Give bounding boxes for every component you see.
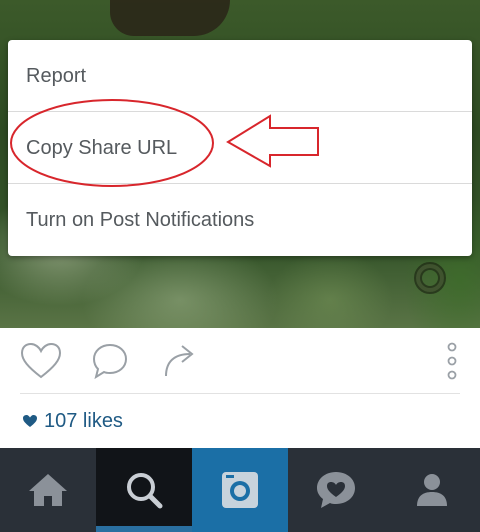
like-icon[interactable] bbox=[20, 342, 62, 380]
share-icon[interactable] bbox=[160, 342, 200, 380]
tab-camera[interactable] bbox=[192, 448, 288, 532]
actions-divider bbox=[20, 393, 460, 394]
more-options-icon[interactable] bbox=[444, 342, 460, 382]
menu-item-report[interactable]: Report bbox=[8, 40, 472, 112]
activity-icon bbox=[317, 472, 355, 508]
tab-profile[interactable] bbox=[384, 448, 480, 532]
likes-count[interactable]: 107 likes bbox=[22, 408, 123, 434]
likes-label: 107 likes bbox=[44, 409, 123, 432]
tab-home[interactable] bbox=[0, 448, 96, 532]
bottom-nav bbox=[0, 448, 480, 532]
menu-item-label: Turn on Post Notifications bbox=[26, 209, 255, 231]
butterfly-image bbox=[110, 0, 230, 36]
menu-item-label: Report bbox=[26, 65, 87, 87]
comment-icon[interactable] bbox=[90, 342, 130, 380]
menu-item-copy-share-url[interactable]: Copy Share URL bbox=[8, 112, 472, 184]
profile-icon bbox=[417, 474, 447, 506]
menu-item-label: Copy Share URL bbox=[26, 137, 178, 159]
menu-item-post-notifications[interactable]: Turn on Post Notifications bbox=[8, 184, 472, 256]
search-icon bbox=[127, 473, 163, 509]
options-menu: Report Copy Share URL Turn on Post Notif… bbox=[8, 40, 472, 256]
spiral-plant bbox=[414, 262, 446, 294]
heart-icon bbox=[23, 415, 37, 427]
tab-activity[interactable] bbox=[288, 448, 384, 532]
post-actions-bar: 107 likes bbox=[0, 328, 480, 448]
home-icon bbox=[29, 474, 67, 506]
tab-search[interactable] bbox=[96, 448, 192, 532]
camera-icon bbox=[222, 472, 258, 508]
